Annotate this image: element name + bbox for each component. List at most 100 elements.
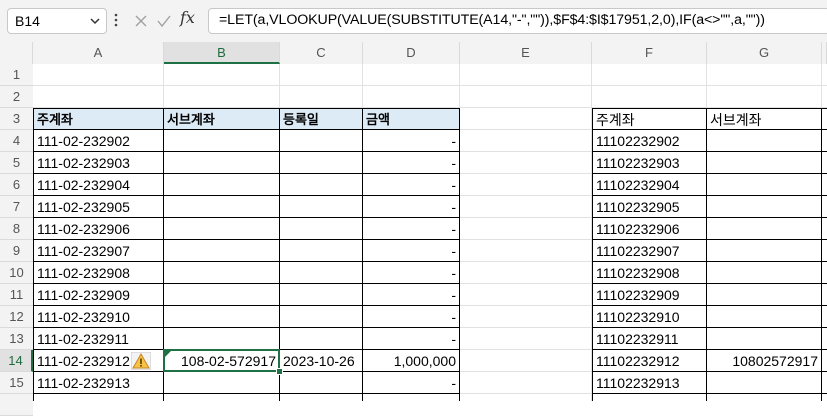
left-table-amount[interactable]: -: [363, 328, 460, 350]
empty-cell[interactable]: [280, 86, 363, 108]
fill-handle[interactable]: [276, 368, 283, 375]
left-table-amount[interactable]: -: [363, 306, 460, 328]
right-table-main-account[interactable]: 11102232907: [592, 240, 707, 262]
row-header[interactable]: 13: [0, 328, 33, 350]
left-table-header[interactable]: 등록일: [280, 108, 363, 130]
row-header[interactable]: 8: [0, 218, 33, 240]
empty-cell[interactable]: [460, 174, 592, 196]
right-table-cell[interactable]: [822, 130, 827, 152]
empty-cell[interactable]: [460, 240, 592, 262]
row-header[interactable]: [0, 394, 33, 416]
left-table-amount[interactable]: -: [363, 284, 460, 306]
left-table-main-account[interactable]: 111-02-232908: [33, 262, 164, 284]
empty-cell[interactable]: [460, 284, 592, 306]
left-table-sub-account[interactable]: [164, 130, 280, 152]
right-table-sub-account[interactable]: [707, 130, 822, 152]
left-table-reg-date[interactable]: [280, 174, 363, 196]
left-table-main-account[interactable]: 111-02-232904: [33, 174, 164, 196]
left-table-main-account[interactable]: 111-02-232905: [33, 196, 164, 218]
right-table-sub-account[interactable]: [707, 372, 822, 394]
empty-cell[interactable]: [460, 196, 592, 218]
left-table-sub-account[interactable]: [164, 306, 280, 328]
left-table-sub-account[interactable]: [164, 284, 280, 306]
right-table-main-account[interactable]: 11102232905: [592, 196, 707, 218]
left-table-amount[interactable]: -: [363, 372, 460, 394]
right-table-cell[interactable]: [822, 218, 827, 240]
left-table-main-account[interactable]: 111-02-232909: [33, 284, 164, 306]
more-options-icon[interactable]: [113, 11, 119, 29]
column-header-e[interactable]: E: [460, 42, 592, 64]
left-table-amount[interactable]: -: [363, 130, 460, 152]
row-header[interactable]: 15: [0, 372, 33, 394]
right-table-cell[interactable]: [822, 372, 827, 394]
row-header[interactable]: 3: [0, 108, 33, 130]
row-header[interactable]: 7: [0, 196, 33, 218]
empty-cell[interactable]: [460, 262, 592, 284]
empty-cell[interactable]: [460, 218, 592, 240]
left-table-reg-date[interactable]: [280, 196, 363, 218]
left-table-main-account[interactable]: 111-02-232907: [33, 240, 164, 262]
right-table-cell[interactable]: [822, 350, 827, 372]
left-table-reg-date[interactable]: 2023-10-26: [280, 350, 363, 372]
formula-input[interactable]: =LET(a,VLOOKUP(VALUE(SUBSTITUTE(A14,"-",…: [208, 8, 827, 34]
right-table-sub-account[interactable]: [707, 174, 822, 196]
right-table-cell[interactable]: [822, 306, 827, 328]
left-table-header[interactable]: 서브계좌: [164, 108, 280, 130]
left-table-reg-date[interactable]: [280, 240, 363, 262]
right-table-sub-account[interactable]: 10802572917: [707, 350, 822, 372]
empty-cell[interactable]: [592, 64, 707, 86]
empty-cell[interactable]: [363, 64, 460, 86]
column-header-c[interactable]: C: [280, 42, 363, 64]
empty-cell[interactable]: [460, 372, 592, 394]
right-table-cell[interactable]: [822, 240, 827, 262]
left-table-main-account[interactable]: 111-02-232911: [33, 328, 164, 350]
row-header[interactable]: 5: [0, 152, 33, 174]
left-table-amount[interactable]: 1,000,000: [363, 350, 460, 372]
left-table-reg-date[interactable]: [280, 218, 363, 240]
left-table-main-account[interactable]: 111-02-232910: [33, 306, 164, 328]
right-table-cell[interactable]: [822, 196, 827, 218]
left-table-reg-date[interactable]: [280, 328, 363, 350]
name-box[interactable]: B14: [7, 8, 107, 34]
right-table-main-account[interactable]: 11102232904: [592, 174, 707, 196]
left-table-header[interactable]: 주계좌: [33, 108, 164, 130]
column-header-a[interactable]: A: [33, 42, 164, 64]
right-table-sub-account[interactable]: [707, 218, 822, 240]
empty-cell[interactable]: [592, 86, 707, 108]
right-table-cell[interactable]: [592, 394, 707, 401]
select-all-corner[interactable]: [0, 42, 33, 64]
empty-cell[interactable]: [460, 350, 592, 372]
right-table-main-account[interactable]: 11102232910: [592, 306, 707, 328]
left-table-reg-date[interactable]: [280, 372, 363, 394]
empty-cell[interactable]: [707, 64, 822, 86]
right-table-sub-account[interactable]: [707, 152, 822, 174]
left-table-cell[interactable]: [363, 394, 460, 401]
left-table-sub-account[interactable]: [164, 262, 280, 284]
empty-cell[interactable]: [33, 64, 164, 86]
row-header[interactable]: 11: [0, 284, 33, 306]
right-table-cell[interactable]: [822, 152, 827, 174]
chevron-down-icon[interactable]: [89, 14, 101, 28]
left-table-amount[interactable]: -: [363, 240, 460, 262]
left-table-reg-date[interactable]: [280, 262, 363, 284]
left-table-sub-account[interactable]: [164, 196, 280, 218]
empty-cell[interactable]: [164, 86, 280, 108]
cancel-icon[interactable]: [134, 14, 148, 28]
left-table-cell[interactable]: [33, 394, 164, 401]
row-header[interactable]: 1: [0, 64, 33, 86]
empty-cell[interactable]: [822, 86, 827, 108]
empty-cell[interactable]: [822, 64, 827, 86]
left-table-sub-account[interactable]: [164, 372, 280, 394]
left-table-sub-account[interactable]: [164, 174, 280, 196]
right-table-main-account[interactable]: 11102232903: [592, 152, 707, 174]
enter-check-icon[interactable]: [156, 14, 172, 28]
right-table-header[interactable]: 서브계좌: [707, 108, 822, 130]
right-table-cell[interactable]: [822, 262, 827, 284]
column-header-b[interactable]: B: [164, 42, 280, 64]
warning-icon[interactable]: [131, 352, 151, 370]
left-table-sub-account[interactable]: [164, 152, 280, 174]
right-table-main-account[interactable]: 11102232912: [592, 350, 707, 372]
row-header[interactable]: 10: [0, 262, 33, 284]
left-table-reg-date[interactable]: [280, 130, 363, 152]
row-header[interactable]: 2: [0, 86, 33, 108]
